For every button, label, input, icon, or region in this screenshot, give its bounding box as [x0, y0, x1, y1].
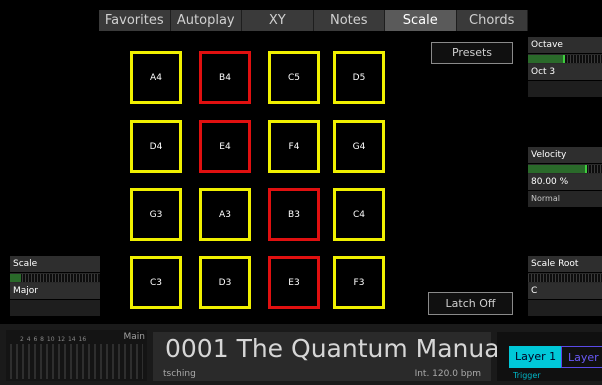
- scale-root-slider[interactable]: [528, 273, 602, 283]
- layer-area: Layer 1 Layer 2 Trigger: [497, 332, 602, 381]
- tab-favorites[interactable]: Favorites: [99, 10, 171, 31]
- pad-g4[interactable]: G4: [333, 120, 385, 173]
- velocity-slider[interactable]: [528, 164, 602, 174]
- slider-ticks: [528, 274, 602, 282]
- patch-title: 0001 The Quantum Manual: [165, 334, 507, 363]
- tab-bar: Favorites Autoplay XY Notes Scale Chords: [99, 10, 528, 31]
- meter-scale: 2 4 6 8 10 12 14 16: [20, 336, 87, 343]
- pad-f3[interactable]: F3: [333, 256, 385, 309]
- layer-2-button[interactable]: Layer 2: [561, 346, 602, 368]
- pad-d5[interactable]: D5: [333, 51, 385, 104]
- slider-fill: [10, 274, 21, 282]
- pad-e4[interactable]: E4: [199, 120, 251, 173]
- tempo-readout[interactable]: Int. 120.0 bpm: [415, 369, 481, 379]
- velocity-label: Velocity: [528, 147, 602, 163]
- tab-autoplay[interactable]: Autoplay: [171, 10, 242, 31]
- right-panel: Octave Oct 3 Velocity 80.00 % Normal Sca…: [528, 35, 602, 324]
- meter-main-label: Main: [123, 332, 146, 342]
- octave-value[interactable]: Oct 3: [528, 64, 602, 80]
- velocity-value[interactable]: 80.00 %: [528, 174, 602, 190]
- velocity-curve[interactable]: Normal: [528, 191, 602, 207]
- slider-ticks: [10, 274, 100, 282]
- pad-d4[interactable]: D4: [130, 120, 182, 173]
- patch-author: tsching: [163, 369, 196, 379]
- slider-fill: [528, 55, 565, 63]
- pad-b4[interactable]: B4: [199, 51, 251, 104]
- slider-marker: [585, 165, 588, 173]
- octave-slider[interactable]: [528, 54, 602, 64]
- latch-button[interactable]: Latch Off: [428, 292, 513, 315]
- pad-c4[interactable]: C4: [333, 188, 385, 241]
- panel-spacer: [528, 81, 602, 97]
- meter-bars: [10, 344, 143, 379]
- pad-f4[interactable]: F4: [268, 120, 320, 173]
- pad-d3[interactable]: D3: [199, 256, 251, 309]
- scale-slider[interactable]: [10, 273, 100, 283]
- output-meter: 2 4 6 8 10 12 14 16 Main: [6, 330, 147, 381]
- patch-display[interactable]: 0001 The Quantum Manual tsching Int. 120…: [153, 332, 507, 381]
- tab-xy[interactable]: XY: [242, 10, 314, 31]
- panel-spacer: [528, 300, 602, 316]
- scale-root-label: Scale Root: [528, 256, 602, 272]
- layer-1-button[interactable]: Layer 1: [509, 346, 563, 368]
- scale-value[interactable]: Major: [10, 283, 100, 299]
- pad-c3[interactable]: C3: [130, 256, 182, 309]
- pad-e3[interactable]: E3: [268, 256, 320, 309]
- trigger-label: Trigger: [513, 371, 541, 380]
- presets-button[interactable]: Presets: [431, 42, 513, 64]
- scale-label: Scale: [10, 256, 100, 272]
- slider-marker: [563, 55, 565, 63]
- octave-label: Octave: [528, 37, 602, 53]
- pad-g3[interactable]: G3: [130, 188, 182, 241]
- tab-chords[interactable]: Chords: [457, 10, 528, 31]
- pad-a3[interactable]: A3: [199, 188, 251, 241]
- left-panel: Scale Major: [10, 256, 100, 322]
- scale-root-value[interactable]: C: [528, 283, 602, 299]
- pad-c5[interactable]: C5: [268, 51, 320, 104]
- pad-b3[interactable]: B3: [268, 188, 320, 241]
- pad-a4[interactable]: A4: [130, 51, 182, 104]
- tab-notes[interactable]: Notes: [314, 10, 385, 31]
- slider-fill: [528, 165, 588, 173]
- tab-scale[interactable]: Scale: [385, 10, 457, 31]
- panel-spacer: [10, 300, 100, 316]
